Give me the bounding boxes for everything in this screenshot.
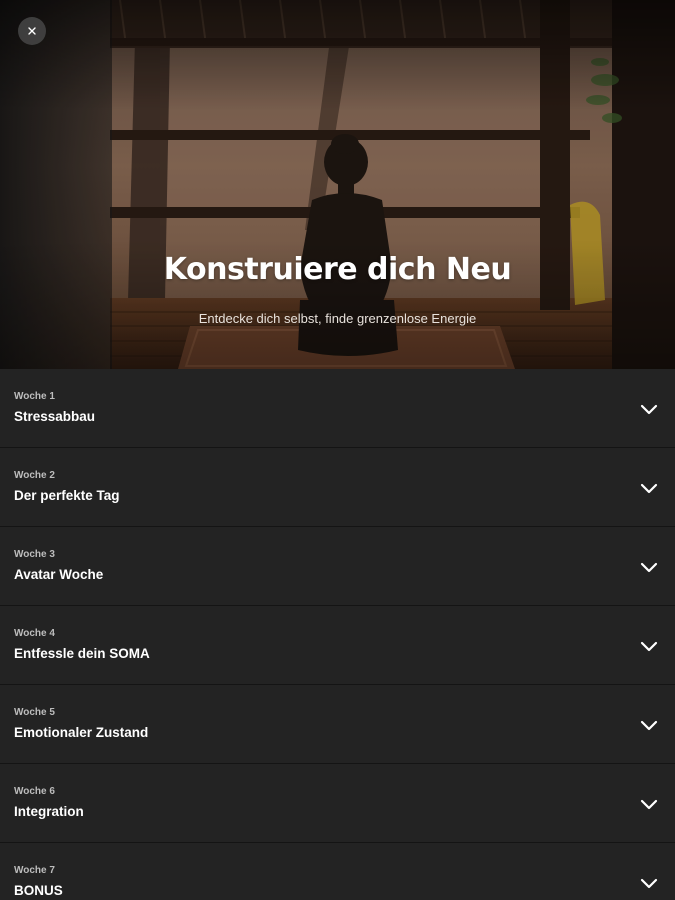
week-list: Woche 1 Stressabbau Woche 2 Der perfekte… (0, 369, 675, 900)
expand-button[interactable] (640, 562, 658, 574)
week-label: Woche 6 (14, 786, 55, 797)
week-item-3[interactable]: Woche 3 Avatar Woche (0, 527, 675, 606)
chevron-down-icon (640, 641, 658, 652)
week-title: Integration (14, 804, 84, 819)
course-screen: Konstruiere dich Neu Entdecke dich selbs… (0, 0, 675, 900)
chevron-down-icon (640, 562, 658, 573)
expand-button[interactable] (640, 720, 658, 732)
chevron-down-icon (640, 799, 658, 810)
hero-banner: Konstruiere dich Neu Entdecke dich selbs… (0, 0, 675, 369)
week-title: Entfessle dein SOMA (14, 646, 150, 661)
week-label: Woche 2 (14, 470, 55, 481)
expand-button[interactable] (640, 483, 658, 495)
chevron-down-icon (640, 483, 658, 494)
week-item-6[interactable]: Woche 6 Integration (0, 764, 675, 843)
chevron-down-icon (640, 878, 658, 889)
week-item-7[interactable]: Woche 7 BONUS (0, 843, 675, 900)
week-label: Woche 7 (14, 865, 55, 876)
week-item-2[interactable]: Woche 2 Der perfekte Tag (0, 448, 675, 527)
week-title: Stressabbau (14, 409, 96, 424)
course-subtitle: Entdecke dich selbst, finde grenzenlose … (198, 311, 477, 326)
week-label: Woche 5 (14, 707, 55, 718)
expand-button[interactable] (640, 641, 658, 653)
week-label: Woche 1 (14, 391, 55, 402)
week-label: Woche 3 (14, 549, 55, 560)
week-title: Avatar Woche (14, 567, 104, 582)
week-item-1[interactable]: Woche 1 Stressabbau (0, 369, 675, 448)
expand-button[interactable] (640, 799, 658, 811)
week-label: Woche 4 (14, 628, 55, 639)
chevron-down-icon (640, 404, 658, 415)
expand-button[interactable] (640, 878, 658, 890)
week-item-4[interactable]: Woche 4 Entfessle dein SOMA (0, 606, 675, 685)
course-title: Konstruiere dich Neu (163, 252, 512, 287)
expand-button[interactable] (640, 404, 658, 416)
week-item-5[interactable]: Woche 5 Emotionaler Zustand (0, 685, 675, 764)
close-button[interactable] (18, 17, 46, 45)
chevron-down-icon (640, 720, 658, 731)
close-icon (28, 27, 36, 35)
week-title: Emotionaler Zustand (14, 725, 149, 740)
week-title: Der perfekte Tag (14, 488, 120, 503)
week-title: BONUS (14, 883, 63, 898)
